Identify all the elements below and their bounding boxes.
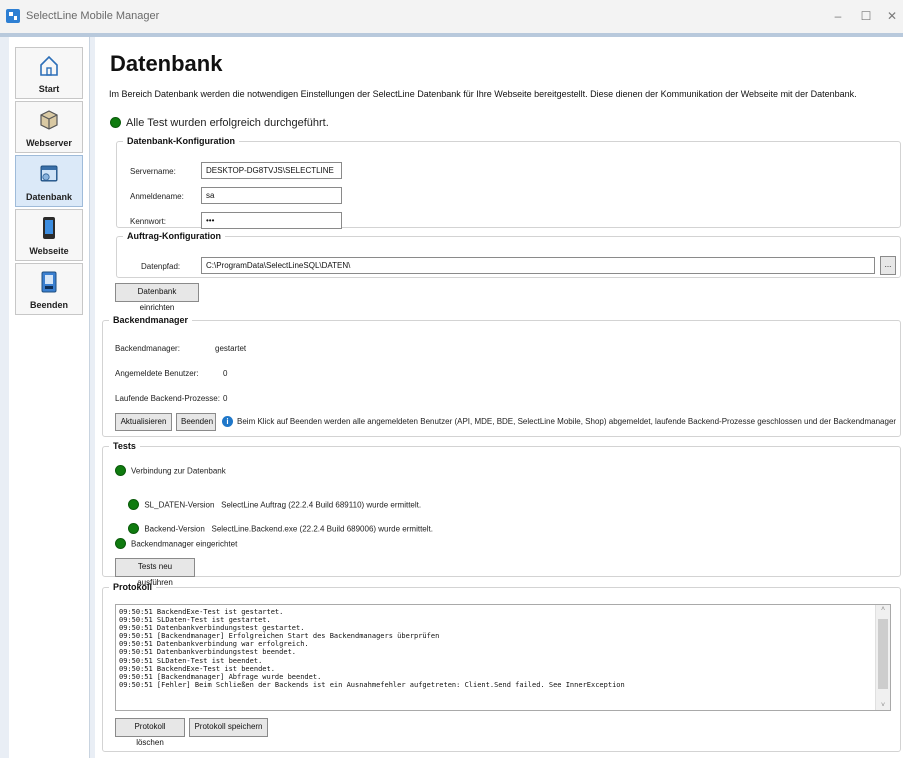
order-config-group: Auftrag-Konfiguration Datenpfad: ...	[116, 231, 901, 278]
login-label: Anmeldename:	[130, 192, 184, 201]
sidebar-item-start[interactable]: Start	[15, 47, 83, 99]
info-icon: i	[222, 416, 233, 427]
datapath-label: Datenpfad:	[141, 262, 181, 271]
login-input[interactable]	[201, 187, 342, 204]
page-description: Im Bereich Datenbank werden die notwendi…	[109, 89, 857, 99]
success-status-icon	[128, 523, 140, 534]
window-title: SelectLine Mobile Manager	[26, 10, 160, 22]
test-result-text: Verbindung zur Datenbank	[131, 466, 226, 476]
backendmanager-status-value: gestartet	[215, 344, 247, 353]
sidebar: Start Webserver Datenbank Webseite Beend…	[9, 37, 90, 758]
backendmanager-legend: Backendmanager	[113, 315, 189, 325]
tests-legend: Tests	[113, 441, 136, 451]
close-button[interactable]: ✕	[880, 6, 903, 26]
backend-processes-value: 0	[223, 394, 228, 403]
sidebar-item-beenden[interactable]: Beenden	[15, 263, 83, 315]
sidebar-item-label: Webserver	[26, 138, 72, 148]
db-config-group: Datenbank-Konfiguration Servername: Anme…	[116, 136, 901, 229]
sidebar-item-label: Webseite	[29, 246, 69, 256]
save-protocol-button[interactable]: Protokoll speichern	[189, 718, 268, 737]
protocol-log[interactable]: 09:50:51 BackendExe-Test ist gestartet. …	[115, 604, 891, 711]
minimize-button[interactable]: –	[826, 6, 850, 26]
browse-button[interactable]: ...	[880, 256, 896, 275]
title-bar: SelectLine Mobile Manager – ☐ ✕	[0, 0, 903, 34]
stop-backend-button[interactable]: Beenden	[176, 413, 216, 431]
protocol-legend: Protokoll	[113, 582, 153, 592]
protocol-log-text: 09:50:51 BackendExe-Test ist gestartet. …	[119, 608, 625, 689]
password-label: Kennwort:	[130, 217, 167, 226]
test-result-db-connection: Verbindung zur Datenbank	[115, 465, 226, 477]
sidebar-item-label: Datenbank	[25, 192, 72, 202]
password-input[interactable]	[201, 212, 342, 229]
order-config-legend: Auftrag-Konfiguration	[127, 231, 221, 241]
database-icon	[40, 165, 58, 182]
test-result-text: SL_DATEN-Version SelectLine Auftrag (22.…	[144, 500, 422, 510]
success-status-icon	[115, 538, 126, 549]
scroll-up-icon[interactable]: ˄	[876, 606, 890, 613]
test-result-backendmanager: Backendmanager eingerichtet	[115, 538, 238, 550]
servername-input[interactable]	[201, 162, 342, 179]
backend-processes-label: Laufende Backend-Prozesse:	[115, 394, 220, 403]
sidebar-item-datenbank[interactable]: Datenbank	[15, 155, 83, 207]
app-logo-icon	[6, 9, 20, 23]
stop-info-text: Beim Klick auf Beenden werden alle angem…	[237, 417, 897, 426]
box-icon	[40, 110, 58, 130]
success-status-icon	[110, 116, 121, 128]
sidebar-item-webseite[interactable]: Webseite	[15, 209, 83, 261]
scroll-down-icon[interactable]: ˅	[876, 702, 890, 709]
sidebar-item-label: Start	[38, 84, 60, 94]
clear-protocol-button[interactable]: Protokoll löschen	[115, 718, 185, 747]
logged-in-users-label: Angemeldete Benutzer:	[115, 369, 199, 378]
maximize-button[interactable]: ☐	[854, 6, 878, 26]
log-scrollbar[interactable]: ˄ ˅	[875, 605, 890, 710]
servername-label: Servername:	[130, 167, 176, 176]
success-status-icon	[115, 465, 126, 476]
page-title: Datenbank	[110, 51, 223, 76]
phone-icon	[43, 217, 55, 239]
sidebar-item-webserver[interactable]: Webserver	[15, 101, 83, 153]
datapath-input[interactable]	[201, 257, 875, 274]
refresh-button[interactable]: Aktualisieren	[115, 413, 172, 431]
setup-database-button[interactable]: Datenbank einrichten	[115, 283, 199, 312]
scrollbar-thumb[interactable]	[878, 619, 888, 689]
main-content: Datenbank Im Bereich Datenbank werden di…	[95, 37, 903, 758]
test-result-text: Backend-Version SelectLine.Backend.exe (…	[144, 524, 433, 534]
success-status-icon	[128, 499, 140, 510]
status-text: Alle Test wurden erfolgreich durchgeführ…	[126, 117, 329, 129]
tests-group: Tests Verbindung zur Datenbank SL_DATEN-…	[102, 441, 901, 587]
status-message: Alle Test wurden erfolgreich durchgeführ…	[110, 116, 329, 129]
rerun-tests-button[interactable]: Tests neu ausführen	[115, 558, 195, 587]
sidebar-item-label: Beenden	[29, 300, 68, 310]
exit-icon	[41, 271, 57, 293]
test-result-text: Backendmanager eingerichtet	[131, 539, 238, 549]
backendmanager-label: Backendmanager:	[115, 344, 180, 353]
home-icon	[40, 55, 58, 76]
backendmanager-group: Backendmanager Backendmanager: gestartet…	[102, 315, 901, 437]
db-config-legend: Datenbank-Konfiguration	[127, 136, 235, 146]
logged-in-users-value: 0	[223, 369, 228, 378]
